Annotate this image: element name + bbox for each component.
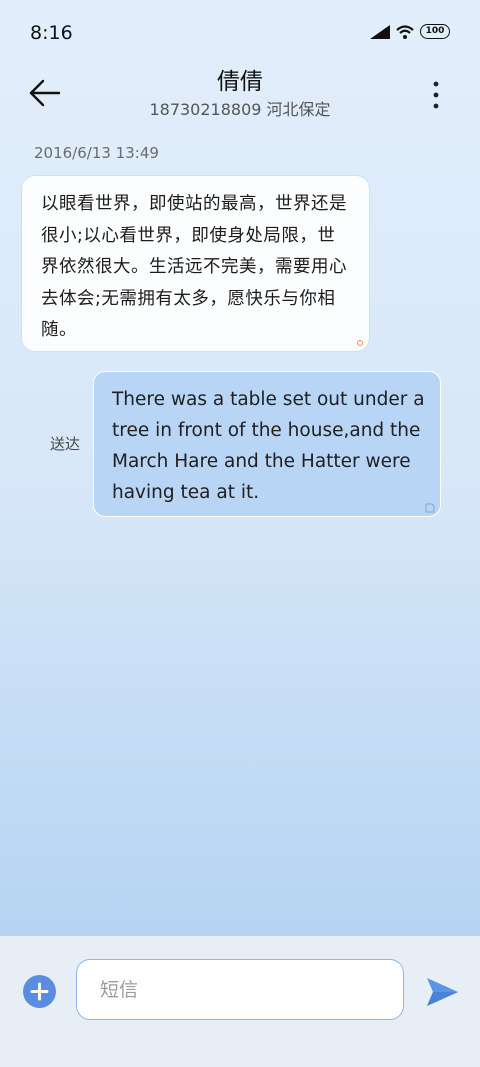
incoming-message-bubble[interactable]: 以眼看世界，即使站的最高，世界还是很小;以心看世界，即使身处局限，世界依然很大。… xyxy=(21,175,370,352)
contact-title-block[interactable]: 倩倩 18730218809 河北保定 xyxy=(0,66,480,122)
add-attachment-button[interactable] xyxy=(23,975,56,1008)
contact-info: 18730218809 河北保定 xyxy=(149,100,331,119)
add-icon xyxy=(30,982,49,1001)
message-timestamp: 2016/6/13 13:49 xyxy=(34,144,159,162)
delivery-status: 送达 xyxy=(50,435,81,453)
more-menu-button[interactable] xyxy=(430,80,442,110)
status-bar: 8:16 100 xyxy=(0,0,480,66)
outgoing-message-bubble[interactable]: There was a table set out under a tree i… xyxy=(93,371,441,517)
status-time: 8:16 xyxy=(30,22,73,44)
battery-icon: 100 xyxy=(420,24,450,39)
incoming-message-text: 以眼看世界，即使站的最高，世界还是很小;以心看世界，即使身处局限，世界依然很大。… xyxy=(41,194,347,340)
outgoing-message-text: There was a table set out under a tree i… xyxy=(112,389,425,503)
conversation-header: 倩倩 18730218809 河北保定 xyxy=(0,62,480,128)
sim-card-icon xyxy=(425,503,435,513)
contact-name: 倩倩 xyxy=(217,69,263,95)
status-icons: 100 xyxy=(370,24,450,39)
send-icon xyxy=(427,978,458,1006)
send-button[interactable] xyxy=(424,975,460,1009)
signal-icon xyxy=(370,24,390,39)
unread-dot-icon xyxy=(357,340,363,346)
more-vertical-icon xyxy=(433,81,439,109)
sms-input[interactable] xyxy=(76,959,404,1020)
wifi-icon xyxy=(396,24,414,39)
